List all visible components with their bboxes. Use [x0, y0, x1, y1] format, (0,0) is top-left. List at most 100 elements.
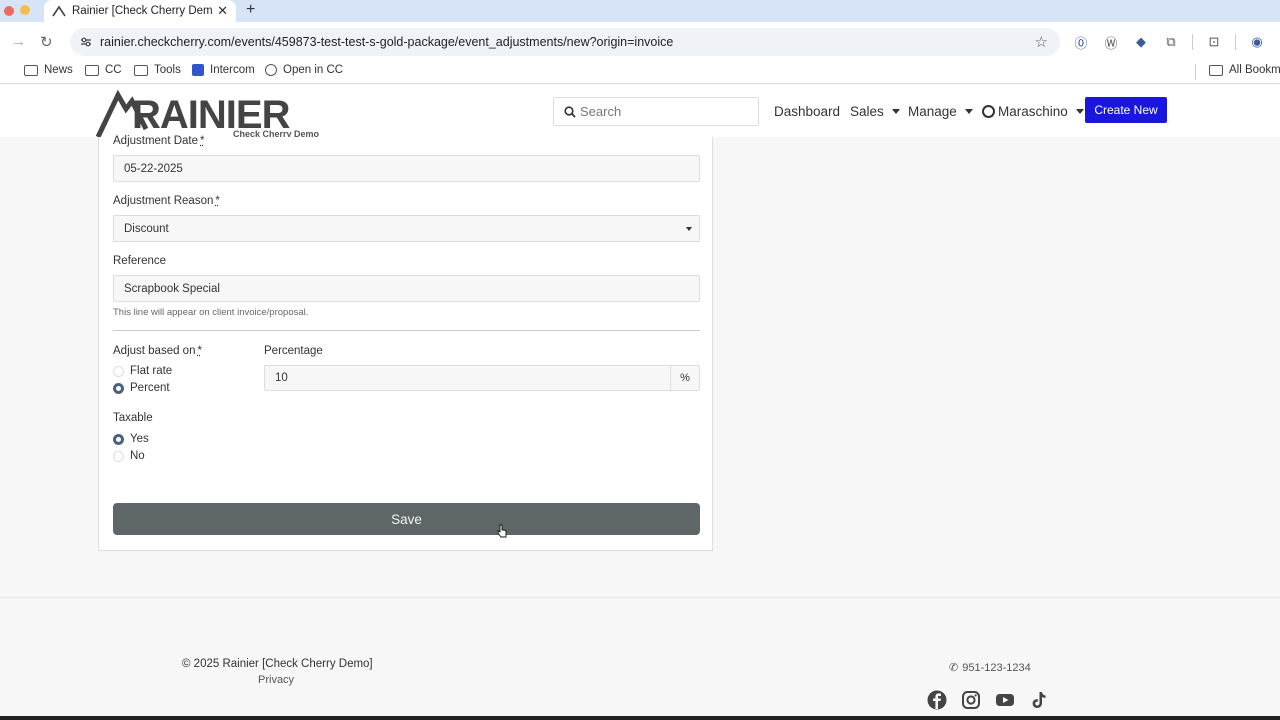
radio-button[interactable]: [113, 366, 124, 377]
rainier-favicon-icon: [52, 4, 66, 18]
social-links: [927, 690, 1049, 710]
browser-tab-bar: Rainier [Check Cherry Demo] ✕ +: [0, 0, 1280, 22]
window-minimize-button[interactable]: [20, 5, 30, 15]
reference-help-text: This line will appear on client invoice/…: [113, 307, 308, 318]
reload-icon[interactable]: ↻: [40, 33, 53, 51]
rainier-logo[interactable]: RAINIER Check Cherry Demo: [96, 89, 328, 137]
instagram-icon[interactable]: [961, 690, 981, 710]
radio-button[interactable]: [113, 451, 124, 462]
select-caret-icon: [686, 227, 692, 231]
nav-manage-label: Manage: [908, 104, 957, 119]
new-tab-button[interactable]: +: [246, 1, 255, 19]
radio-flat-rate-label: Flat rate: [130, 365, 172, 377]
radio-flat-rate[interactable]: Flat rate: [113, 365, 172, 377]
window-close-button[interactable]: [4, 6, 14, 16]
caret-down-icon: [965, 109, 973, 114]
password-extension-icon[interactable]: ⓪: [1072, 33, 1090, 51]
user-circle-icon: [982, 105, 995, 118]
site-settings-icon[interactable]: [80, 36, 92, 48]
adjust-based-on-label-text: Adjust based on: [113, 345, 195, 357]
adjustment-date-label: Adjustment Date *: [113, 135, 205, 147]
nav-user-dropdown[interactable]: Maraschino: [982, 104, 1084, 119]
url-text[interactable]: rainier.checkcherry.com/events/459873-te…: [100, 35, 1035, 49]
bookmark-label: Open in CC: [283, 64, 343, 76]
adjustment-reason-select[interactable]: Discount: [113, 215, 700, 242]
browser-toolbar: → ↻ rainier.checkcherry.com/events/45987…: [0, 22, 1280, 60]
hand-cursor-icon: [497, 524, 507, 538]
browser-tab-active[interactable]: Rainier [Check Cherry Demo] ✕: [44, 0, 236, 22]
bookmark-cc[interactable]: CC: [85, 64, 122, 76]
search-box[interactable]: [553, 97, 759, 126]
adjustment-reason-value: Discount: [124, 223, 169, 235]
extensions-puzzle-icon[interactable]: ⧉: [1162, 33, 1180, 51]
all-bookmarks[interactable]: All Bookma: [1209, 64, 1280, 76]
nav-sales-dropdown[interactable]: Sales: [850, 104, 900, 119]
phone-number: 951-123-1234: [962, 662, 1031, 674]
reference-value: Scrapbook Special: [124, 283, 220, 295]
youtube-icon[interactable]: [995, 690, 1015, 710]
nav-manage-dropdown[interactable]: Manage: [908, 104, 973, 119]
intercom-icon: [192, 64, 204, 76]
percent-addon: %: [670, 365, 700, 391]
percentage-input[interactable]: 10: [264, 365, 671, 391]
event-adjustment-form: Adjustment Date * 05-22-2025 Adjustment R…: [98, 137, 713, 551]
folder-icon: [134, 65, 148, 76]
bookmark-label: Intercom: [210, 64, 255, 76]
tab-close-icon[interactable]: ✕: [217, 3, 228, 19]
radio-no-label: No: [130, 450, 145, 462]
radio-button-checked[interactable]: [113, 434, 124, 445]
footer-divider: [0, 597, 1280, 598]
all-bookmarks-label: All Bookma: [1229, 64, 1280, 76]
adjust-based-on-label: Adjust based on *: [113, 345, 202, 357]
bookmark-news[interactable]: News: [24, 64, 73, 76]
adjustment-reason-label-text: Adjustment Reason: [113, 195, 213, 207]
radio-percent[interactable]: Percent: [113, 382, 170, 394]
bookmark-label: CC: [105, 64, 122, 76]
radio-taxable-yes[interactable]: Yes: [113, 433, 149, 445]
required-marker: *: [197, 345, 201, 357]
nav-dashboard-label: Dashboard: [774, 104, 840, 119]
bookmark-open-in-cc[interactable]: Open in CC: [265, 64, 343, 76]
bookmark-intercom[interactable]: Intercom: [192, 64, 255, 76]
percentage-value: 10: [275, 372, 288, 384]
bookmarks-divider: [1195, 64, 1196, 80]
bookmark-label: Tools: [154, 64, 181, 76]
radio-button-checked[interactable]: [113, 383, 124, 394]
adjustment-date-value: 05-22-2025: [124, 163, 183, 175]
footer-phone[interactable]: ✆ 951-123-1234: [949, 661, 1031, 674]
footer-copyright: © 2025 Rainier [Check Cherry Demo]: [182, 658, 373, 670]
extensions-area: ⓪ Ⓦ ◆ ⧉ ⊡ ◉: [1072, 33, 1266, 51]
profile-icon[interactable]: ◉: [1248, 33, 1266, 51]
facebook-icon[interactable]: [927, 690, 947, 710]
tiktok-icon[interactable]: [1029, 690, 1049, 710]
caret-down-icon: [892, 109, 900, 114]
form-divider: [113, 330, 700, 331]
save-button[interactable]: Save: [113, 503, 700, 535]
nav-dashboard[interactable]: Dashboard: [774, 104, 840, 119]
phone-icon: ✆: [949, 661, 958, 674]
tag-extension-icon[interactable]: ◆: [1132, 33, 1150, 51]
folder-icon: [24, 65, 38, 76]
reference-field[interactable]: Scrapbook Special: [113, 275, 700, 302]
toolbar-divider: [1192, 34, 1193, 50]
percentage-label: Percentage: [264, 345, 323, 357]
bookmark-tools[interactable]: Tools: [134, 64, 181, 76]
create-new-button[interactable]: Create New: [1085, 97, 1167, 123]
search-input[interactable]: [580, 104, 750, 119]
wordpress-extension-icon[interactable]: Ⓦ: [1102, 33, 1120, 51]
bottom-strip: [0, 716, 1280, 720]
tab-search-icon[interactable]: ⊡: [1205, 33, 1223, 51]
tab-title: Rainier [Check Cherry Demo]: [72, 5, 213, 17]
toolbar-divider: [1235, 34, 1236, 50]
address-bar[interactable]: rainier.checkcherry.com/events/459873-te…: [70, 28, 1060, 56]
forward-arrow-icon[interactable]: →: [11, 33, 26, 50]
bookmark-star-icon[interactable]: ☆: [1035, 33, 1048, 51]
bookmarks-bar: News CC Tools Intercom Open in CC All Bo…: [0, 60, 1280, 84]
radio-taxable-no[interactable]: No: [113, 450, 145, 462]
globe-icon: [265, 64, 277, 76]
privacy-link[interactable]: Privacy: [258, 674, 294, 686]
search-icon: [564, 106, 576, 118]
taxable-label: Taxable: [113, 412, 153, 424]
adjustment-date-field[interactable]: 05-22-2025: [113, 155, 700, 182]
reference-label: Reference: [113, 255, 166, 267]
